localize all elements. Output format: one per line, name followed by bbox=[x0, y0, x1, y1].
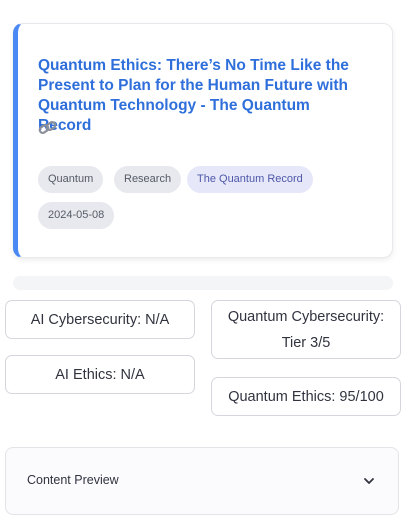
tag-research: Research bbox=[114, 166, 182, 193]
date-badge: 2024-05-08 bbox=[38, 202, 115, 229]
quantum-cybersecurity-label: Quantum Cybersecurity: bbox=[227, 308, 385, 325]
tag-quantum: Quantum bbox=[38, 166, 104, 193]
link-icon[interactable] bbox=[38, 120, 58, 136]
content-preview-expander[interactable]: Content Preview bbox=[5, 447, 399, 515]
divider bbox=[13, 276, 393, 290]
quantum-ethics-metric: Quantum Ethics: 95/100 bbox=[211, 377, 401, 416]
ai-cybersecurity-text: AI Cybersecurity: N/A bbox=[30, 311, 170, 328]
source-badge: The Quantum Record bbox=[187, 166, 313, 193]
quantum-cybersecurity-value: Tier 3/5 bbox=[281, 334, 331, 351]
ai-cybersecurity-metric: AI Cybersecurity: N/A bbox=[5, 300, 195, 339]
article-card: Quantum Ethics: There’s No Time Like the… bbox=[13, 23, 393, 258]
content-preview-label: Content Preview bbox=[27, 473, 119, 487]
ai-ethics-text: AI Ethics: N/A bbox=[55, 366, 145, 383]
ai-ethics-metric: AI Ethics: N/A bbox=[5, 355, 195, 394]
quantum-ethics-text: Quantum Ethics: 95/100 bbox=[228, 388, 384, 405]
chevron-down-icon bbox=[364, 478, 374, 484]
article-title-link[interactable]: Quantum Ethics: There’s No Time Like the… bbox=[38, 56, 358, 136]
quantum-cybersecurity-metric: Quantum Cybersecurity: Tier 3/5 bbox=[211, 300, 401, 359]
